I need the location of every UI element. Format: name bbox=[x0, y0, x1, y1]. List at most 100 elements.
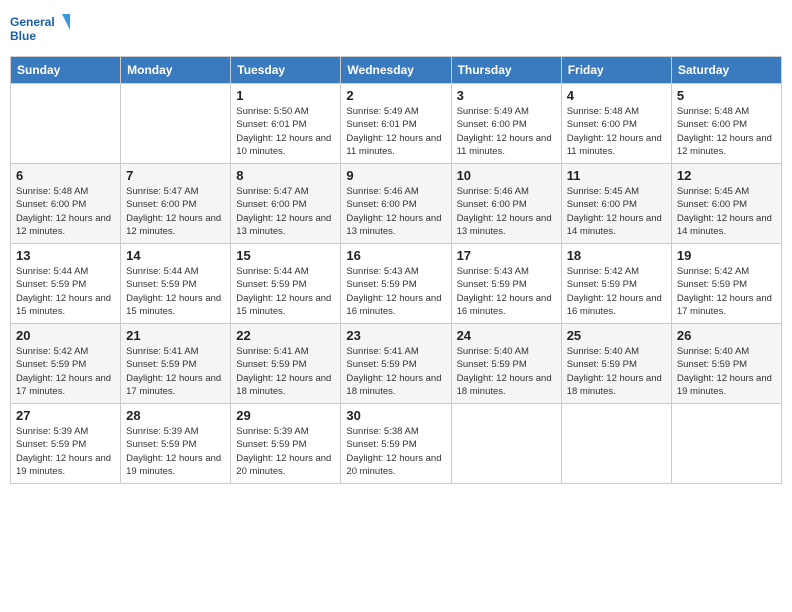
day-number: 5 bbox=[677, 88, 776, 103]
calendar-cell: 13Sunrise: 5:44 AM Sunset: 5:59 PM Dayli… bbox=[11, 244, 121, 324]
day-info: Sunrise: 5:48 AM Sunset: 6:00 PM Dayligh… bbox=[16, 185, 115, 238]
day-info: Sunrise: 5:40 AM Sunset: 5:59 PM Dayligh… bbox=[677, 345, 776, 398]
weekday-header-thursday: Thursday bbox=[451, 57, 561, 84]
day-number: 24 bbox=[457, 328, 556, 343]
day-info: Sunrise: 5:46 AM Sunset: 6:00 PM Dayligh… bbox=[457, 185, 556, 238]
day-number: 14 bbox=[126, 248, 225, 263]
calendar-cell: 20Sunrise: 5:42 AM Sunset: 5:59 PM Dayli… bbox=[11, 324, 121, 404]
logo: General Blue bbox=[10, 10, 70, 50]
calendar-cell bbox=[451, 404, 561, 484]
day-number: 11 bbox=[567, 168, 666, 183]
day-info: Sunrise: 5:50 AM Sunset: 6:01 PM Dayligh… bbox=[236, 105, 335, 158]
calendar-cell: 11 Sunrise: 5:45 AM Sunset: 6:00 PM Dayli… bbox=[561, 164, 671, 244]
day-number: 20 bbox=[16, 328, 115, 343]
day-info: Sunrise: 5:40 AM Sunset: 5:59 PM Dayligh… bbox=[567, 345, 666, 398]
calendar-cell: 22 Sunrise: 5:41 AM Sunset: 5:59 PM Dayli… bbox=[231, 324, 341, 404]
day-info: Sunrise: 5:39 AM Sunset: 5:59 PM Dayligh… bbox=[236, 425, 335, 478]
day-number: 4 bbox=[567, 88, 666, 103]
weekday-header-row: SundayMondayTuesdayWednesdayThursdayFrid… bbox=[11, 57, 782, 84]
calendar-cell: 10 Sunrise: 5:46 AM Sunset: 6:00 PM Dayli… bbox=[451, 164, 561, 244]
day-number: 6 bbox=[16, 168, 115, 183]
day-info: Sunrise: 5:40 AM Sunset: 5:59 PM Dayligh… bbox=[457, 345, 556, 398]
week-row-4: 20Sunrise: 5:42 AM Sunset: 5:59 PM Dayli… bbox=[11, 324, 782, 404]
day-number: 22 bbox=[236, 328, 335, 343]
calendar-cell: 17 Sunrise: 5:43 AM Sunset: 5:59 PM Dayli… bbox=[451, 244, 561, 324]
svg-text:Blue: Blue bbox=[10, 29, 36, 43]
day-info: Sunrise: 5:45 AM Sunset: 6:00 PM Dayligh… bbox=[677, 185, 776, 238]
day-number: 18 bbox=[567, 248, 666, 263]
day-info: Sunrise: 5:49 AM Sunset: 6:00 PM Dayligh… bbox=[457, 105, 556, 158]
calendar-cell: 6 Sunrise: 5:48 AM Sunset: 6:00 PM Daylig… bbox=[11, 164, 121, 244]
calendar-cell: 4 Sunrise: 5:48 AM Sunset: 6:00 PM Daylig… bbox=[561, 84, 671, 164]
calendar-cell: 19Sunrise: 5:42 AM Sunset: 5:59 PM Dayli… bbox=[671, 244, 781, 324]
calendar-cell: 30 Sunrise: 5:38 AM Sunset: 5:59 PM Dayli… bbox=[341, 404, 451, 484]
calendar-cell: 18 Sunrise: 5:42 AM Sunset: 5:59 PM Dayli… bbox=[561, 244, 671, 324]
calendar-cell: 29 Sunrise: 5:39 AM Sunset: 5:59 PM Dayli… bbox=[231, 404, 341, 484]
calendar-cell: 23 Sunrise: 5:41 AM Sunset: 5:59 PM Dayli… bbox=[341, 324, 451, 404]
day-number: 16 bbox=[346, 248, 445, 263]
day-info: Sunrise: 5:41 AM Sunset: 5:59 PM Dayligh… bbox=[236, 345, 335, 398]
day-number: 9 bbox=[346, 168, 445, 183]
weekday-header-monday: Monday bbox=[121, 57, 231, 84]
day-info: Sunrise: 5:43 AM Sunset: 5:59 PM Dayligh… bbox=[346, 265, 445, 318]
day-info: Sunrise: 5:44 AM Sunset: 5:59 PM Dayligh… bbox=[236, 265, 335, 318]
calendar-cell bbox=[121, 84, 231, 164]
weekday-header-saturday: Saturday bbox=[671, 57, 781, 84]
day-info: Sunrise: 5:49 AM Sunset: 6:01 PM Dayligh… bbox=[346, 105, 445, 158]
day-info: Sunrise: 5:39 AM Sunset: 5:59 PM Dayligh… bbox=[126, 425, 225, 478]
calendar-cell bbox=[671, 404, 781, 484]
day-number: 25 bbox=[567, 328, 666, 343]
calendar-cell bbox=[11, 84, 121, 164]
calendar-cell: 25 Sunrise: 5:40 AM Sunset: 5:59 PM Dayli… bbox=[561, 324, 671, 404]
day-info: Sunrise: 5:44 AM Sunset: 5:59 PM Dayligh… bbox=[16, 265, 115, 318]
day-info: Sunrise: 5:42 AM Sunset: 5:59 PM Dayligh… bbox=[567, 265, 666, 318]
week-row-3: 13Sunrise: 5:44 AM Sunset: 5:59 PM Dayli… bbox=[11, 244, 782, 324]
weekday-header-tuesday: Tuesday bbox=[231, 57, 341, 84]
calendar-cell: 2 Sunrise: 5:49 AM Sunset: 6:01 PM Daylig… bbox=[341, 84, 451, 164]
calendar-cell: 8Sunrise: 5:47 AM Sunset: 6:00 PM Daylig… bbox=[231, 164, 341, 244]
calendar-cell: 14Sunrise: 5:44 AM Sunset: 5:59 PM Dayli… bbox=[121, 244, 231, 324]
calendar-cell: 3 Sunrise: 5:49 AM Sunset: 6:00 PM Daylig… bbox=[451, 84, 561, 164]
day-number: 12 bbox=[677, 168, 776, 183]
day-number: 10 bbox=[457, 168, 556, 183]
svg-text:General: General bbox=[10, 15, 55, 29]
day-info: Sunrise: 5:48 AM Sunset: 6:00 PM Dayligh… bbox=[677, 105, 776, 158]
day-number: 2 bbox=[346, 88, 445, 103]
day-number: 15 bbox=[236, 248, 335, 263]
day-number: 26 bbox=[677, 328, 776, 343]
week-row-5: 27 Sunrise: 5:39 AM Sunset: 5:59 PM Dayli… bbox=[11, 404, 782, 484]
week-row-2: 6 Sunrise: 5:48 AM Sunset: 6:00 PM Daylig… bbox=[11, 164, 782, 244]
day-number: 29 bbox=[236, 408, 335, 423]
day-number: 23 bbox=[346, 328, 445, 343]
day-number: 3 bbox=[457, 88, 556, 103]
calendar-cell: 16 Sunrise: 5:43 AM Sunset: 5:59 PM Dayli… bbox=[341, 244, 451, 324]
calendar-cell: 21 Sunrise: 5:41 AM Sunset: 5:59 PM Dayli… bbox=[121, 324, 231, 404]
day-number: 8 bbox=[236, 168, 335, 183]
day-number: 1 bbox=[236, 88, 335, 103]
calendar-table: SundayMondayTuesdayWednesdayThursdayFrid… bbox=[10, 56, 782, 484]
calendar-cell: 28Sunrise: 5:39 AM Sunset: 5:59 PM Dayli… bbox=[121, 404, 231, 484]
day-number: 27 bbox=[16, 408, 115, 423]
calendar-cell: 15 Sunrise: 5:44 AM Sunset: 5:59 PM Dayli… bbox=[231, 244, 341, 324]
calendar-cell: 9 Sunrise: 5:46 AM Sunset: 6:00 PM Daylig… bbox=[341, 164, 451, 244]
logo-svg: General Blue bbox=[10, 10, 70, 50]
calendar-cell: 5 Sunrise: 5:48 AM Sunset: 6:00 PM Daylig… bbox=[671, 84, 781, 164]
weekday-header-wednesday: Wednesday bbox=[341, 57, 451, 84]
day-number: 7 bbox=[126, 168, 225, 183]
day-number: 19 bbox=[677, 248, 776, 263]
day-info: Sunrise: 5:38 AM Sunset: 5:59 PM Dayligh… bbox=[346, 425, 445, 478]
day-info: Sunrise: 5:41 AM Sunset: 5:59 PM Dayligh… bbox=[126, 345, 225, 398]
day-info: Sunrise: 5:48 AM Sunset: 6:00 PM Dayligh… bbox=[567, 105, 666, 158]
day-info: Sunrise: 5:43 AM Sunset: 5:59 PM Dayligh… bbox=[457, 265, 556, 318]
calendar-cell: 26 Sunrise: 5:40 AM Sunset: 5:59 PM Dayli… bbox=[671, 324, 781, 404]
day-number: 17 bbox=[457, 248, 556, 263]
day-info: Sunrise: 5:39 AM Sunset: 5:59 PM Dayligh… bbox=[16, 425, 115, 478]
day-info: Sunrise: 5:41 AM Sunset: 5:59 PM Dayligh… bbox=[346, 345, 445, 398]
calendar-cell: 12 Sunrise: 5:45 AM Sunset: 6:00 PM Dayli… bbox=[671, 164, 781, 244]
day-info: Sunrise: 5:46 AM Sunset: 6:00 PM Dayligh… bbox=[346, 185, 445, 238]
header: General Blue bbox=[10, 10, 782, 50]
day-info: Sunrise: 5:45 AM Sunset: 6:00 PM Dayligh… bbox=[567, 185, 666, 238]
calendar-cell: 24 Sunrise: 5:40 AM Sunset: 5:59 PM Dayli… bbox=[451, 324, 561, 404]
day-number: 30 bbox=[346, 408, 445, 423]
day-number: 21 bbox=[126, 328, 225, 343]
